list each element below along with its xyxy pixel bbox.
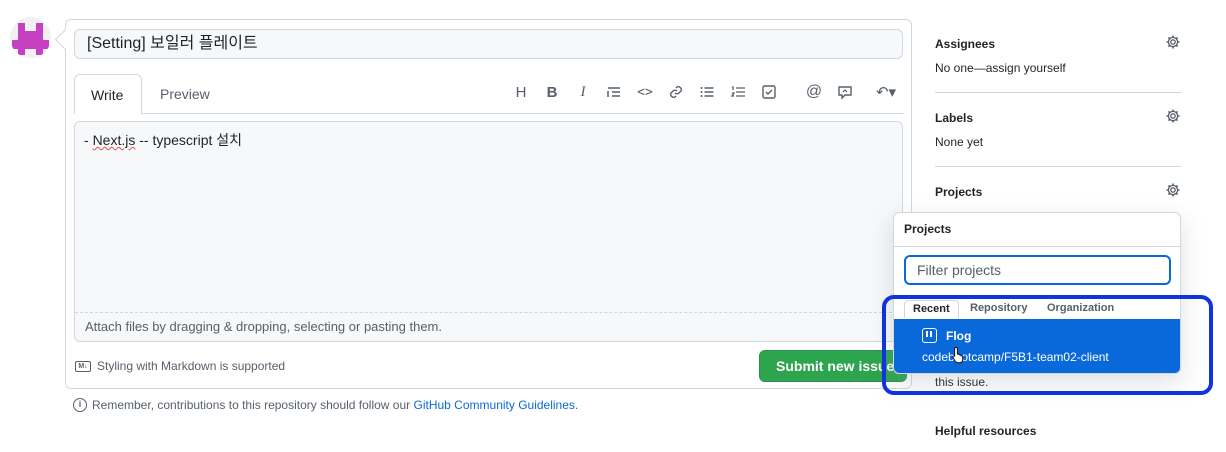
info-icon: i [73,398,87,412]
pointer-cursor-icon [952,346,964,364]
tabs-divider [74,113,903,114]
mention-icon[interactable]: @ [800,78,828,106]
user-avatar[interactable] [10,17,51,58]
numbered-list-icon[interactable] [724,78,752,106]
popover-divider [894,246,1180,247]
highlight-annotation [882,295,1213,395]
new-issue-form: [Setting] 보일러 플레이트 Write Preview H B I <… [65,19,912,389]
reply-icon[interactable]: ↶▾ [868,78,904,106]
italic-icon[interactable]: I [569,78,597,106]
projects-section: Projects [935,182,1181,199]
labels-value: None yet [935,135,984,149]
projects-gear-icon[interactable] [1165,182,1181,198]
sidebar-divider [935,166,1181,167]
markdown-note-label: Styling with Markdown is supported [97,359,286,373]
bulleted-list-icon[interactable] [693,78,721,106]
sidebar-divider [935,92,1181,93]
labels-section: Labels None yet [935,108,1181,149]
tab-write[interactable]: Write [74,74,142,114]
contribution-guidelines-note: i Remember, contributions to this reposi… [73,398,578,412]
filter-projects-input[interactable]: Filter projects [904,255,1171,285]
assignees-section: Assignees No one—assign yourself [935,34,1181,75]
community-guidelines-link[interactable]: GitHub Community Guidelines [414,398,575,412]
popover-title: Projects [904,222,952,236]
labels-gear-icon[interactable] [1165,108,1181,124]
code-icon[interactable]: <> [631,78,659,106]
assign-yourself-link[interactable]: No one—assign yourself [935,61,1181,75]
assignees-title[interactable]: Assignees [935,37,1181,51]
bold-icon[interactable]: B [538,78,566,106]
task-list-icon[interactable] [755,78,783,106]
labels-title[interactable]: Labels [935,111,1181,125]
issue-title-input[interactable]: [Setting] 보일러 플레이트 [74,29,903,59]
helpful-resources-title: Helpful resources [935,424,1037,438]
attach-files-bar[interactable]: Attach files by dragging & dropping, sel… [75,312,902,341]
assignees-gear-icon[interactable] [1165,34,1181,50]
quote-icon[interactable] [600,78,628,106]
tab-preview[interactable]: Preview [144,74,224,114]
reference-icon[interactable] [831,78,859,106]
heading-icon[interactable]: H [507,78,535,106]
issue-body-text: - Next.js -- typescript 설치 [84,132,243,148]
markdown-note[interactable]: M↓ Styling with Markdown is supported [75,359,285,373]
markdown-icon: M↓ [75,360,91,372]
issue-body-textarea[interactable]: - Next.js -- typescript 설치 Attach files … [74,121,903,342]
projects-title[interactable]: Projects [935,185,1181,199]
link-icon[interactable] [662,78,690,106]
